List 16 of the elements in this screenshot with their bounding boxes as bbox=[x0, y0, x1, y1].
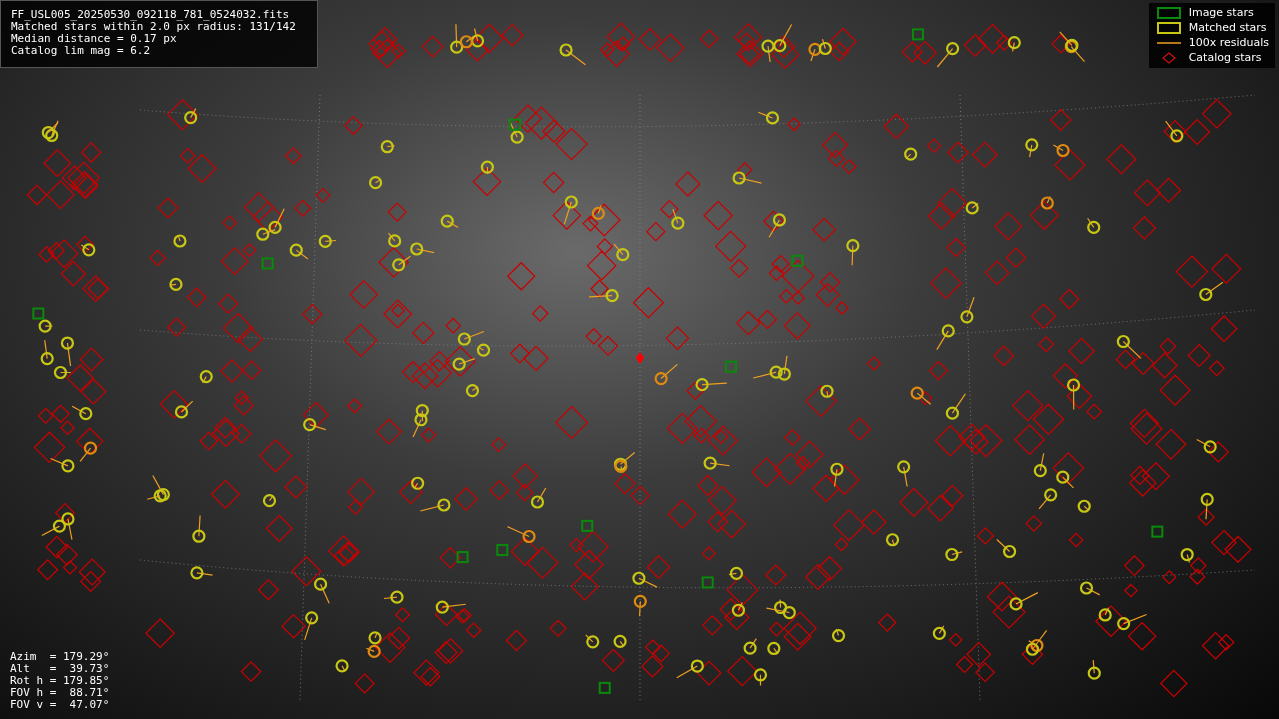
info-text: Catalog lim mag = 6.2 bbox=[11, 45, 152, 57]
pointing-text: Rot h = 179.85° bbox=[10, 675, 110, 687]
pointing-text: Azim = 179.29° bbox=[10, 651, 110, 663]
image-star-rectangle-icon bbox=[1156, 7, 1181, 19]
matched-star-rectangle-icon bbox=[1156, 22, 1181, 34]
pointing-text: FOV h = 88.71° bbox=[10, 687, 110, 699]
reference-star-icon bbox=[636, 352, 644, 364]
info-text: FF_USL005_20250530_092118_781_0524032.fits bbox=[11, 9, 291, 21]
legend-label: Matched stars bbox=[1188, 21, 1267, 35]
legend-label: Image stars bbox=[1188, 6, 1254, 20]
legend-label: Catalog stars bbox=[1188, 51, 1262, 65]
info-text: Matched stars within 2.0 px radius: 131/142 bbox=[11, 21, 297, 33]
legend-label: 100x residuals bbox=[1188, 36, 1269, 50]
pointing-text: Alt = 39.73° bbox=[10, 663, 110, 675]
pointing-text: FOV v = 47.07° bbox=[10, 699, 110, 711]
info-text: Median distance = 0.17 px bbox=[11, 33, 178, 45]
